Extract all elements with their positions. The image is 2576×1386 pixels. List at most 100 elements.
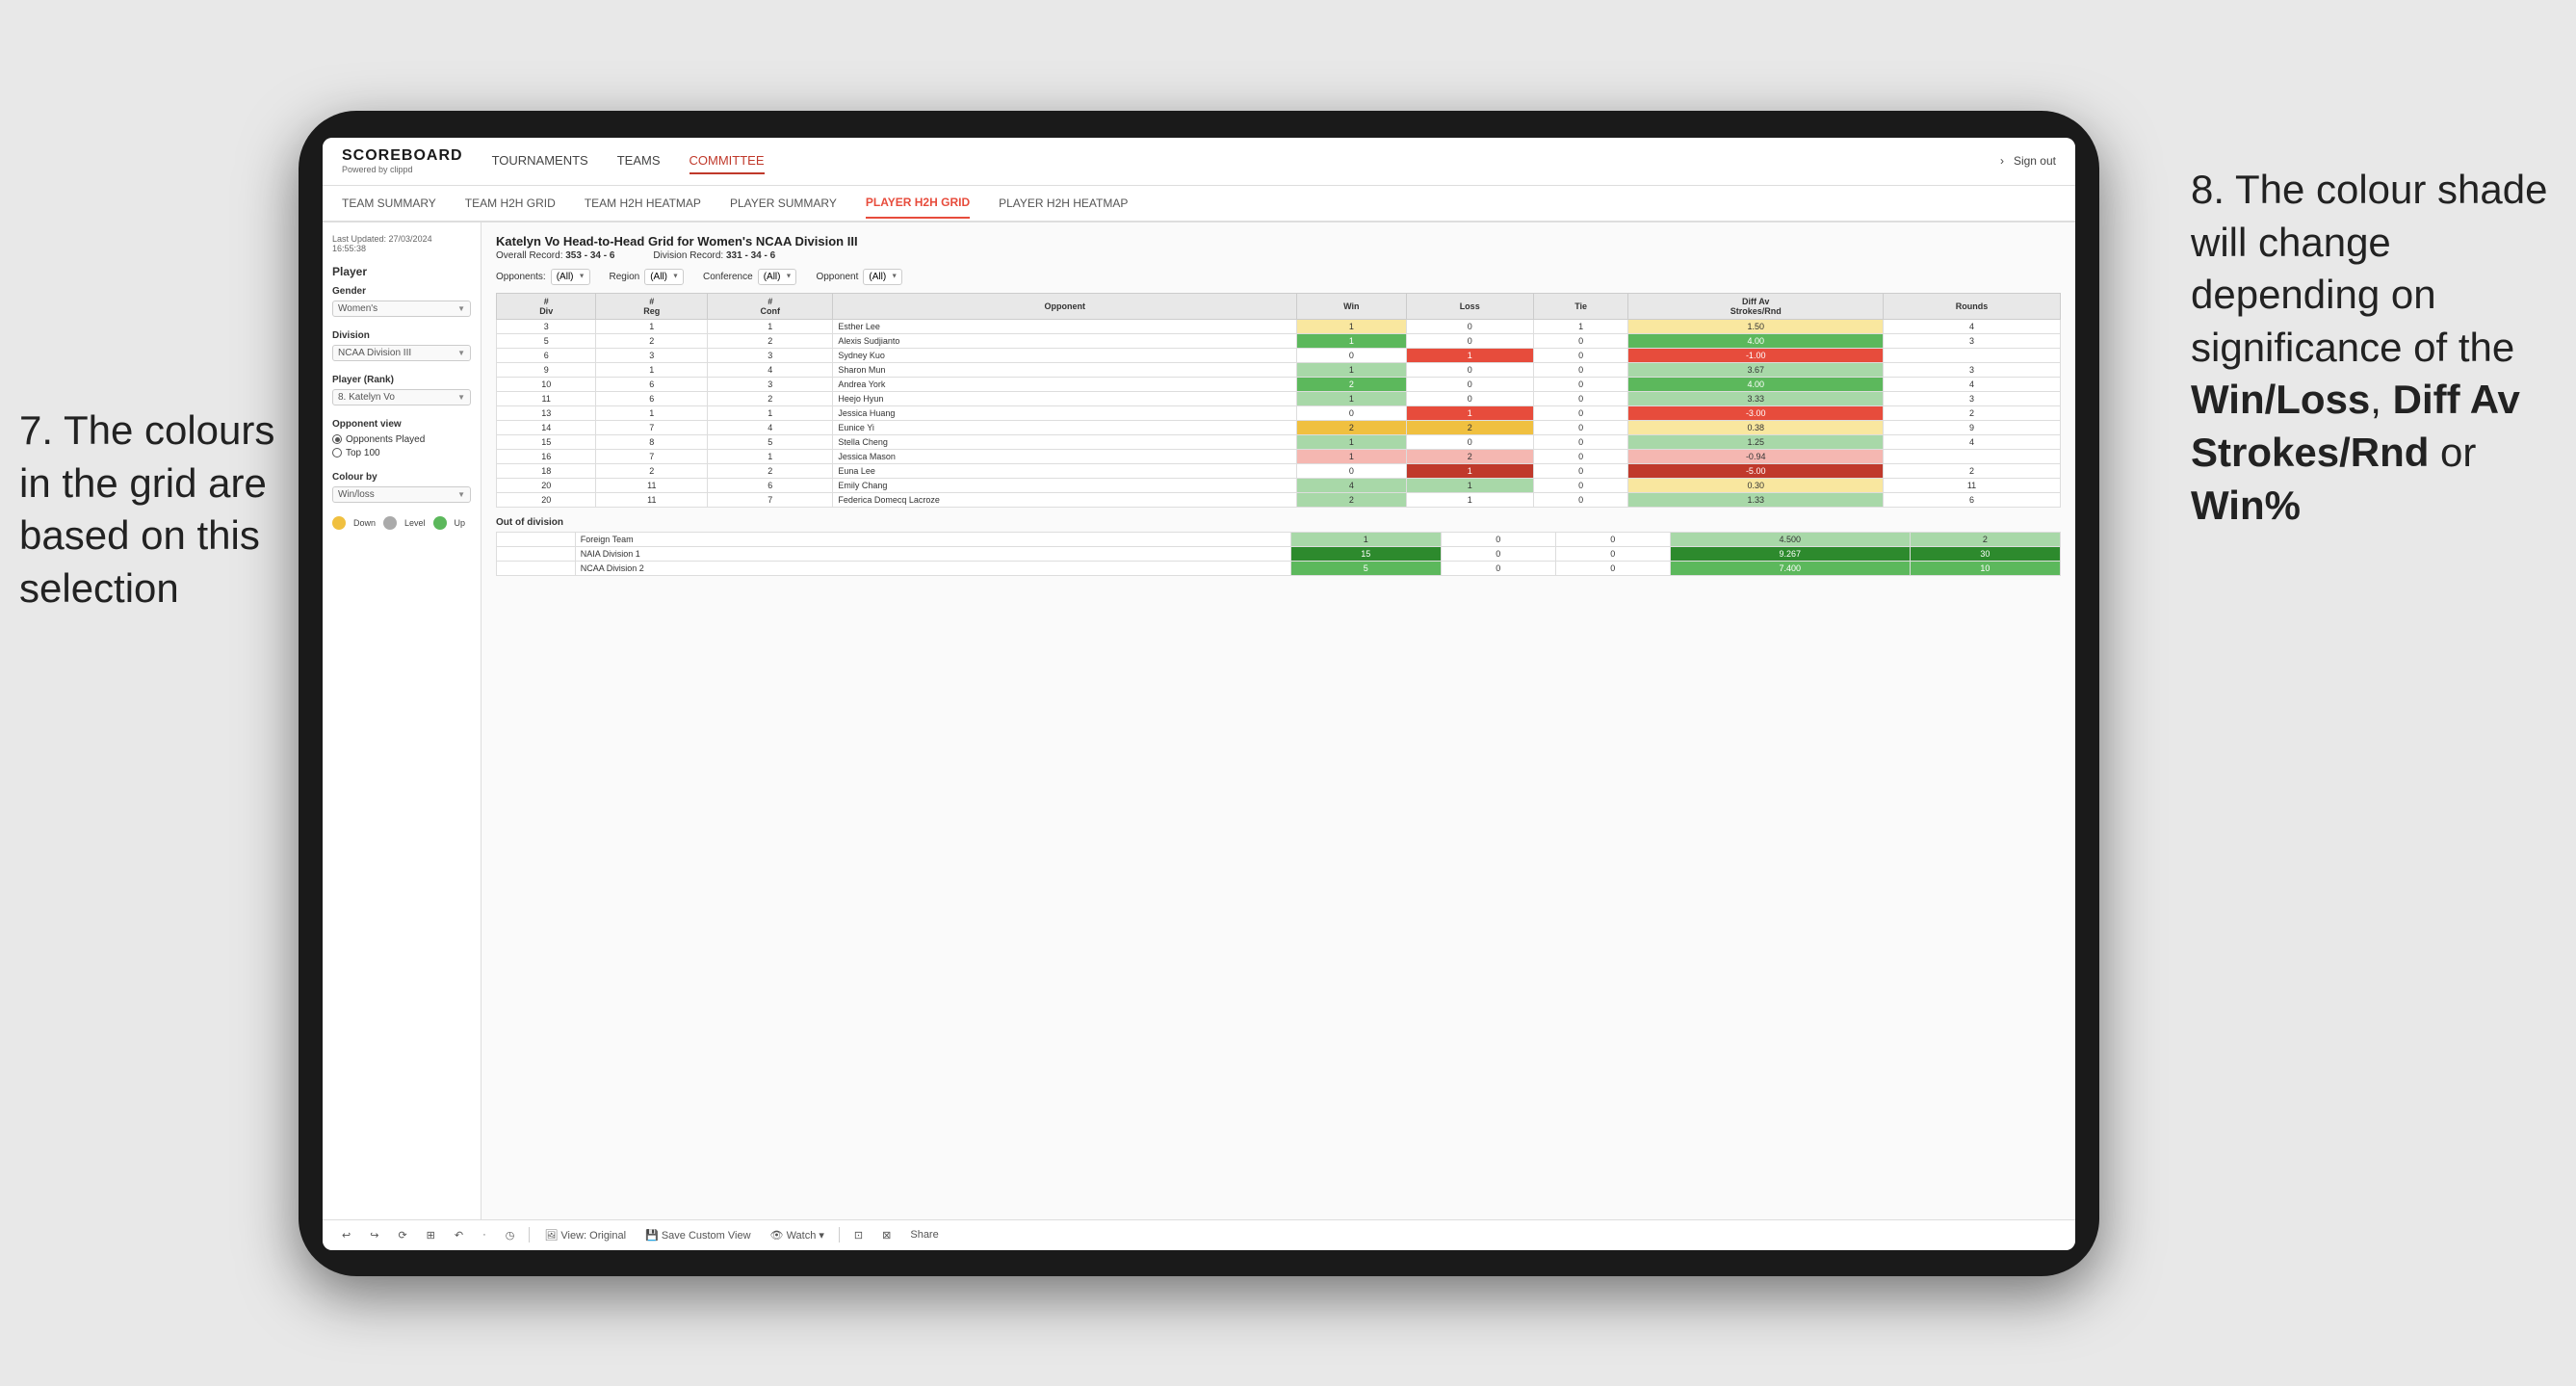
filter-region: Region (All) xyxy=(610,269,684,285)
table-row: 6 3 3 Sydney Kuo 0 1 0 -1.00 xyxy=(497,348,2061,362)
cell-diff: 0.38 xyxy=(1628,420,1884,434)
toolbar-watch[interactable]: 👁 Watch ▾ xyxy=(766,1227,829,1243)
cell-tie: 0 xyxy=(1533,377,1628,391)
table-row: 20 11 6 Emily Chang 4 1 0 0.30 11 xyxy=(497,478,2061,492)
colour-by-select[interactable]: Win/loss xyxy=(332,486,471,503)
region-filter-select[interactable]: (All) xyxy=(644,269,684,285)
filter-conference: Conference (All) xyxy=(703,269,796,285)
cell-rounds-ood: 30 xyxy=(1910,546,2060,561)
cell-opponent: Heejo Hyun xyxy=(833,391,1297,405)
cell-loss: 0 xyxy=(1406,319,1533,333)
table-row: 3 1 1 Esther Lee 1 0 1 1.50 4 xyxy=(497,319,2061,333)
sign-out-link[interactable]: Sign out xyxy=(2014,154,2056,168)
table-row: 16 7 1 Jessica Mason 1 2 0 -0.94 xyxy=(497,449,2061,463)
toolbar-save-custom[interactable]: 💾 Save Custom View xyxy=(640,1227,755,1243)
cell-reg: 7 xyxy=(596,420,708,434)
sub-nav-player-h2h-heatmap[interactable]: PLAYER H2H HEATMAP xyxy=(999,189,1128,218)
annotation-right: 8. The colour shade will change dependin… xyxy=(2191,164,2557,532)
toolbar-back[interactable]: ↶ xyxy=(450,1227,468,1243)
sub-nav-team-summary[interactable]: TEAM SUMMARY xyxy=(342,189,436,218)
tablet-frame: SCOREBOARD Powered by clippd TOURNAMENTS… xyxy=(299,111,2099,1276)
cell-tie: 0 xyxy=(1533,434,1628,449)
sidebar-division-section: Division NCAA Division III xyxy=(332,330,471,361)
cell-div: 16 xyxy=(497,449,596,463)
logo-subtitle: Powered by clippd xyxy=(342,165,463,174)
toolbar-clock[interactable]: ◷ xyxy=(501,1227,520,1243)
cell-div: 10 xyxy=(497,377,596,391)
cell-rounds: 3 xyxy=(1884,391,2061,405)
cell-win-ood: 15 xyxy=(1290,546,1441,561)
conference-filter-select[interactable]: (All) xyxy=(758,269,797,285)
cell-reg: 6 xyxy=(596,377,708,391)
toolbar-share[interactable]: Share xyxy=(905,1227,943,1242)
toolbar-undo[interactable]: ↩ xyxy=(337,1227,355,1243)
cell-tie: 0 xyxy=(1533,463,1628,478)
player-rank-select[interactable]: 8. Katelyn Vo xyxy=(332,389,471,405)
legend-level-label: Level xyxy=(404,518,426,528)
cell-reg: 1 xyxy=(596,319,708,333)
legend-down-label: Down xyxy=(353,518,376,528)
overall-record-label: Overall Record: 353 - 34 - 6 xyxy=(496,250,614,261)
cell-diff: 3.67 xyxy=(1628,362,1884,377)
toolbar-btn2[interactable]: ⊠ xyxy=(877,1227,896,1243)
cell-div: 13 xyxy=(497,405,596,420)
records-row: Overall Record: 353 - 34 - 6 Division Re… xyxy=(496,250,2061,261)
colour-by-title: Colour by xyxy=(332,472,471,483)
gender-select[interactable]: Women's xyxy=(332,301,471,317)
cell-reg: 8 xyxy=(596,434,708,449)
table-row: NAIA Division 1 15 0 0 9.267 30 xyxy=(497,546,2061,561)
cell-empty xyxy=(497,532,576,546)
toolbar-redo[interactable]: ↪ xyxy=(365,1227,383,1243)
cell-tie: 0 xyxy=(1533,348,1628,362)
nav-committee[interactable]: COMMITTEE xyxy=(690,148,765,174)
radio-opponents-played[interactable]: Opponents Played xyxy=(332,434,471,445)
division-label: Division xyxy=(332,330,471,341)
cell-loss-ood: 0 xyxy=(1441,532,1555,546)
cell-loss: 1 xyxy=(1406,463,1533,478)
cell-conf: 3 xyxy=(708,377,833,391)
division-select[interactable]: NCAA Division III xyxy=(332,345,471,361)
toolbar-btn1[interactable]: ⊡ xyxy=(849,1227,868,1243)
cell-div: 5 xyxy=(497,333,596,348)
toolbar-dot[interactable]: · xyxy=(478,1227,491,1242)
col-reg: #Reg xyxy=(596,293,708,319)
cell-reg: 2 xyxy=(596,333,708,348)
nav-teams[interactable]: TEAMS xyxy=(617,148,661,174)
toolbar-refresh[interactable]: ⟳ xyxy=(393,1227,411,1243)
sub-nav-player-h2h-grid[interactable]: PLAYER H2H GRID xyxy=(866,188,970,219)
cell-loss: 0 xyxy=(1406,377,1533,391)
toolbar-view-original[interactable]: 🖼 View: Original xyxy=(539,1227,631,1243)
toolbar-grid[interactable]: ⊞ xyxy=(422,1227,440,1243)
cell-conf: 1 xyxy=(708,449,833,463)
cell-reg: 6 xyxy=(596,391,708,405)
cell-win-ood: 5 xyxy=(1290,561,1441,575)
table-row: Foreign Team 1 0 0 4.500 2 xyxy=(497,532,2061,546)
cell-opponent: Alexis Sudjianto xyxy=(833,333,1297,348)
table-row: 11 6 2 Heejo Hyun 1 0 0 3.33 3 xyxy=(497,391,2061,405)
cell-win: 1 xyxy=(1297,391,1406,405)
nav-tournaments[interactable]: TOURNAMENTS xyxy=(492,148,588,174)
sub-nav-player-summary[interactable]: PLAYER SUMMARY xyxy=(730,189,837,218)
cell-diff: 0.30 xyxy=(1628,478,1884,492)
cell-diff: -1.00 xyxy=(1628,348,1884,362)
toolbar-sep2 xyxy=(839,1227,840,1242)
sub-nav-team-h2h-grid[interactable]: TEAM H2H GRID xyxy=(465,189,556,218)
cell-rounds-ood: 2 xyxy=(1910,532,2060,546)
col-rounds: Rounds xyxy=(1884,293,2061,319)
cell-win: 2 xyxy=(1297,377,1406,391)
cell-conf: 4 xyxy=(708,362,833,377)
radio-top-100[interactable]: Top 100 xyxy=(332,448,471,458)
cell-win: 1 xyxy=(1297,362,1406,377)
cell-diff: 4.00 xyxy=(1628,377,1884,391)
opponent-filter-select[interactable]: (All) xyxy=(863,269,902,285)
legend-row: Down Level Up xyxy=(332,516,471,530)
opponents-filter-select[interactable]: (All) xyxy=(551,269,590,285)
gender-label: Gender xyxy=(332,286,471,297)
cell-opponent: Jessica Huang xyxy=(833,405,1297,420)
cell-rounds: 2 xyxy=(1884,405,2061,420)
sub-nav-team-h2h-heatmap[interactable]: TEAM H2H HEATMAP xyxy=(585,189,701,218)
cell-conf: 2 xyxy=(708,333,833,348)
cell-opponent: Jessica Mason xyxy=(833,449,1297,463)
cell-win: 0 xyxy=(1297,463,1406,478)
legend-down-dot xyxy=(332,516,346,530)
